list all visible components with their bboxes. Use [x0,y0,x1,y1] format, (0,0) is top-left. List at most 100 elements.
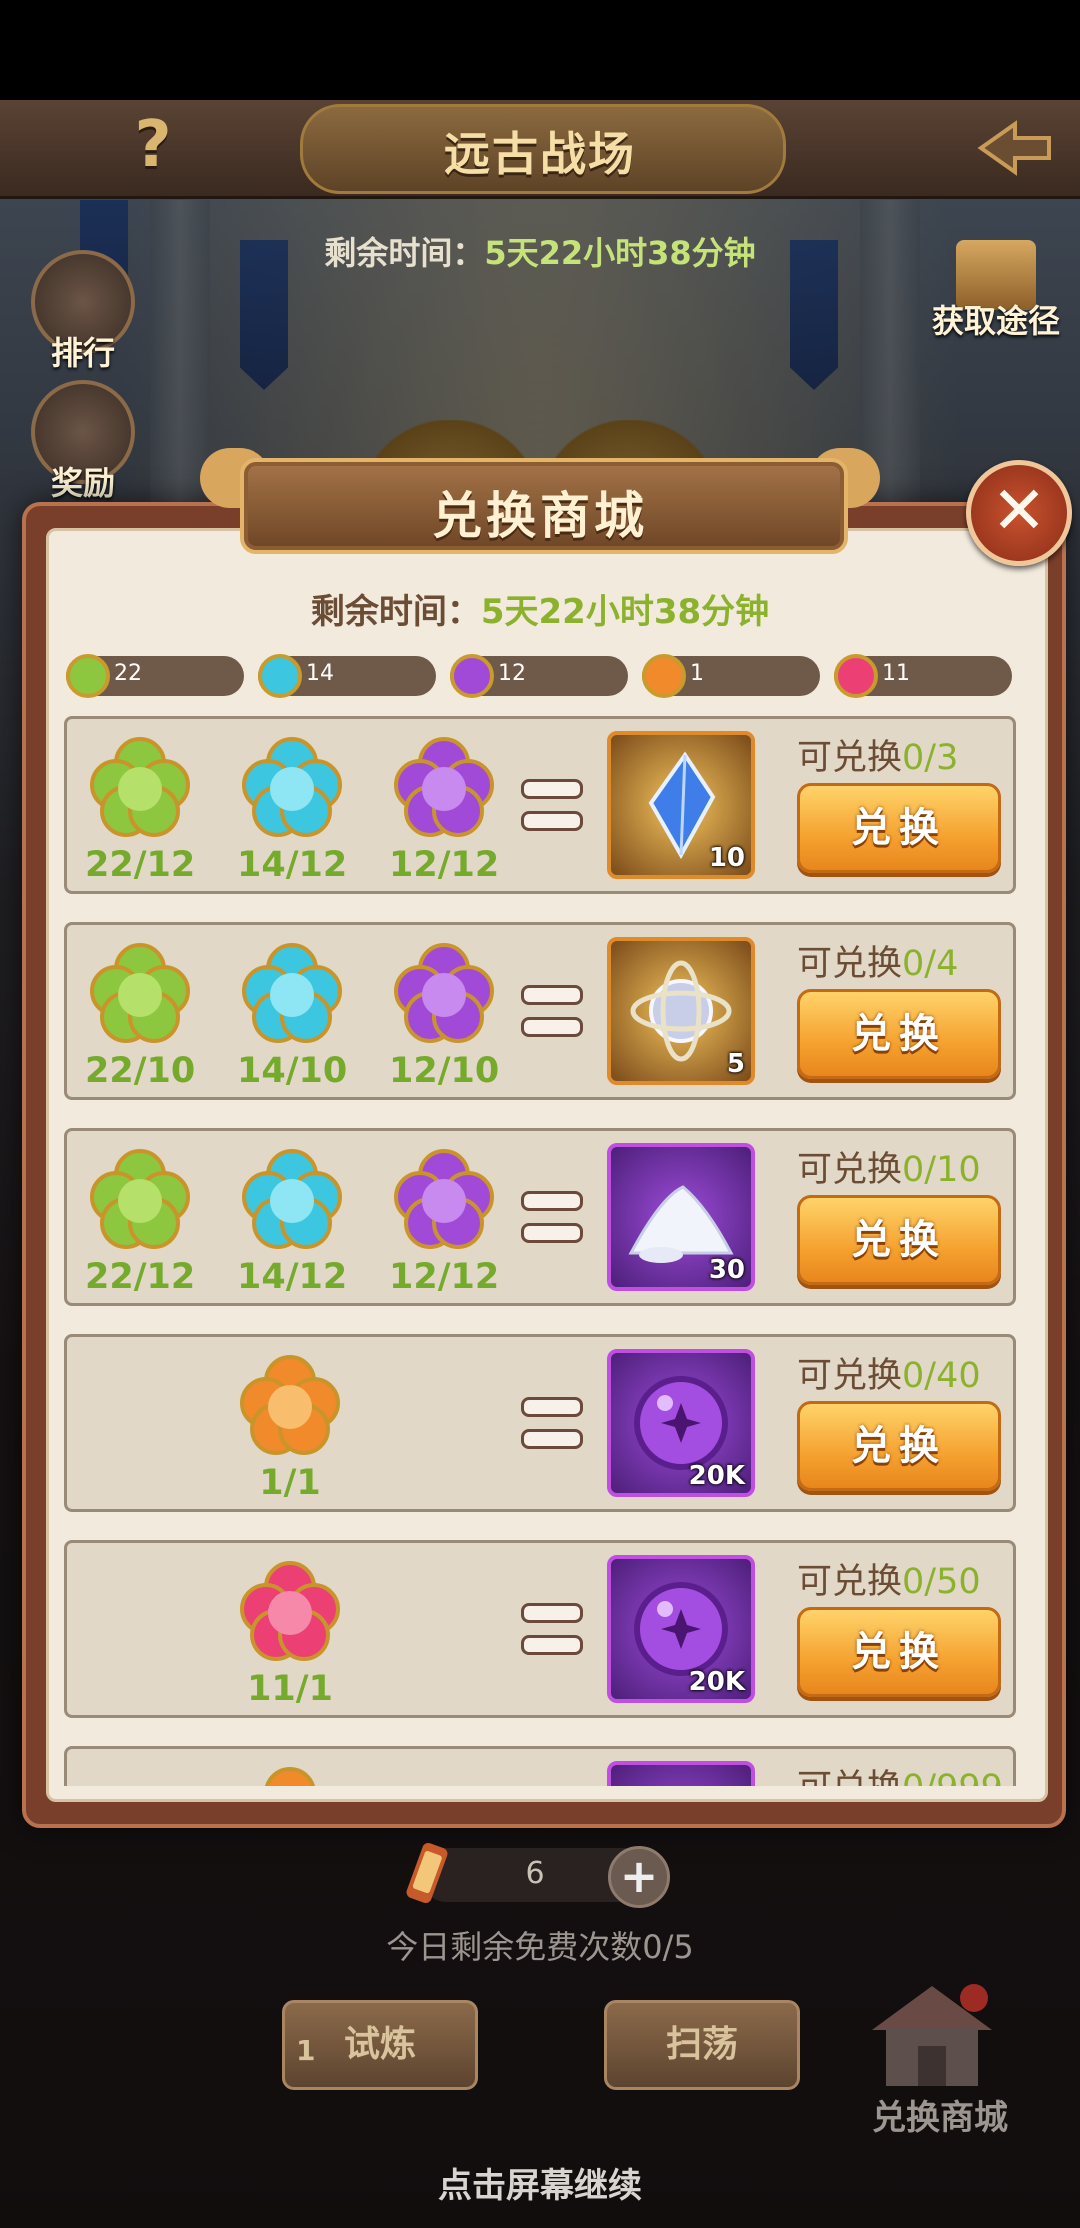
sweep-button-label: 扫荡 [665,2024,738,2065]
limit-value: 0/999 [902,1768,1003,1786]
dialog-title-banner: 兑换商城 [200,448,880,558]
purple-flower-icon [394,737,494,837]
exchange-button[interactable]: 兑换 [797,989,1001,1079]
limit-label: 可兑换 [797,1562,903,1602]
currency-orange: 1 [642,654,820,698]
cost-item: 12/12 [389,1147,499,1297]
limit-value: 0/40 [902,1356,981,1396]
cost-amount: 14/10 [237,1051,348,1091]
equals-icon [521,985,583,1049]
back-arrow-icon[interactable] [975,118,1055,178]
plus-icon: + [619,1849,659,1903]
cost-amount: 14/12 [237,1257,348,1297]
cost-item: 22/12 [85,1147,195,1297]
limit-value: 0/3 [902,738,959,778]
limit-label: 可兑换 [797,1356,903,1396]
free-attempts-text: 今日剩余免费次数0/5 [386,1928,694,1966]
currency-pink: 11 [834,654,1012,698]
reward-item-purple-orb[interactable] [607,1761,755,1786]
cost-amount: 12/12 [389,1257,500,1297]
cost-item: 22/12 [85,735,195,885]
cyan-flower-icon [242,943,342,1043]
ranking-label: 排行 [50,334,115,372]
limit-label: 可兑换 [797,944,903,984]
reward-item-blue-crystal[interactable]: 10 [607,731,755,879]
tap-to-continue-hint[interactable]: 点击屏幕继续 [0,2158,1080,2207]
shop-time-remaining: 剩余时间：5天22小时38分钟 [0,584,1080,633]
currency-count: 22 [114,661,142,686]
exchange-list[interactable]: 22/12 14/12 12/12 10 可兑换0/3 兑换 22/10 14/… [64,716,1018,1786]
reward-item-purple-orb[interactable]: 20K [607,1349,755,1497]
equals-icon [521,1397,583,1461]
exchange-button-label: 兑换 [851,805,947,851]
dialog-title: 兑换商城 [432,487,648,545]
purple-flower-icon [394,943,494,1043]
help-button[interactable]: ? [118,110,188,180]
exchange-button[interactable]: 兑换 [797,1401,1001,1491]
cyan-flower-icon [242,737,342,837]
pink-flower-icon [240,1561,340,1661]
currency-count: 14 [306,661,334,686]
reward-quantity: 30 [708,1255,745,1285]
reward-button[interactable]: 奖励 [28,380,138,504]
cost-item: 12/10 [389,941,499,1091]
reward-item-silver-orb[interactable]: 5 [607,937,755,1085]
currency-count: 11 [882,661,910,686]
exchange-row: 1/1 20K 可兑换0/40 兑换 [64,1334,1016,1512]
ticket-scroll-icon [406,1842,448,1904]
cost-amount: 12/12 [389,845,500,885]
reward-quantity: 5 [726,1049,745,1079]
orange-flower-icon [264,1767,316,1786]
currency-count: 1 [690,661,704,686]
equals-icon [521,779,583,843]
currency-count: 12 [498,661,526,686]
event-time-label: 剩余时间： [324,234,485,272]
shop-house-icon[interactable] [862,1980,1002,2090]
exchange-row: 22/10 14/10 12/10 5 可兑换0/4 兑换 [64,922,1016,1100]
close-icon: ✕ [991,472,1047,549]
reward-item-white-powder[interactable]: 30 [607,1143,755,1291]
currency-green: 22 [66,654,244,698]
shop-entry-label[interactable]: 兑换商城 [840,2090,1040,2139]
exchange-limit: 可兑换0/4 [797,935,958,986]
limit-value: 0/50 [902,1562,981,1602]
exchange-row: 可兑换0/999 [64,1746,1016,1786]
shop-time-value: 5天22小时38分钟 [480,592,770,632]
reward-label: 奖励 [50,464,115,502]
exchange-button[interactable]: 兑换 [797,783,1001,873]
equals-icon [521,1191,583,1255]
exchange-button[interactable]: 兑换 [797,1607,1001,1697]
get-route-button[interactable]: 获取途径 [916,240,1076,342]
limit-value: 0/10 [902,1150,981,1190]
exchange-row: 22/12 14/12 12/12 30 可兑换0/10 兑换 [64,1128,1016,1306]
close-button[interactable]: ✕ [966,460,1072,566]
cost-amount: 12/10 [389,1051,500,1091]
exchange-button-label: 兑换 [851,1011,947,1057]
add-ticket-button[interactable]: + [608,1846,670,1908]
silver-orb-icon [630,960,732,1062]
cyan-flower-icon [242,1149,342,1249]
exchange-button[interactable]: 兑换 [797,1195,1001,1285]
exchange-button-label: 兑换 [851,1217,947,1263]
shop-time-label: 剩余时间： [310,592,481,632]
sweep-button[interactable]: 扫荡 [604,2000,800,2090]
exchange-limit: 可兑换0/999 [797,1759,1003,1786]
orange-flower-icon [240,1355,340,1455]
limit-value: 0/4 [902,944,959,984]
limit-label: 可兑换 [797,1150,903,1190]
exchange-button-label: 兑换 [851,1423,947,1469]
ranking-button[interactable]: 排行 [28,250,138,374]
green-flower-icon [90,943,190,1043]
exchange-limit: 可兑换0/3 [797,729,958,780]
cost-amount: 22/12 [85,1257,196,1297]
exchange-row: 22/12 14/12 12/12 10 可兑换0/3 兑换 [64,716,1016,894]
reward-item-purple-orb[interactable]: 20K [607,1555,755,1703]
reward-quantity: 10 [708,843,745,873]
cost-item: 22/10 [85,941,195,1091]
limit-label: 可兑换 [797,1768,902,1786]
event-time-value: 5天22小时38分钟 [484,234,756,272]
cost-item: 12/12 [389,735,499,885]
purple-flower-icon [450,654,494,698]
cost-amount: 11/1 [247,1669,333,1709]
green-flower-icon [90,1149,190,1249]
